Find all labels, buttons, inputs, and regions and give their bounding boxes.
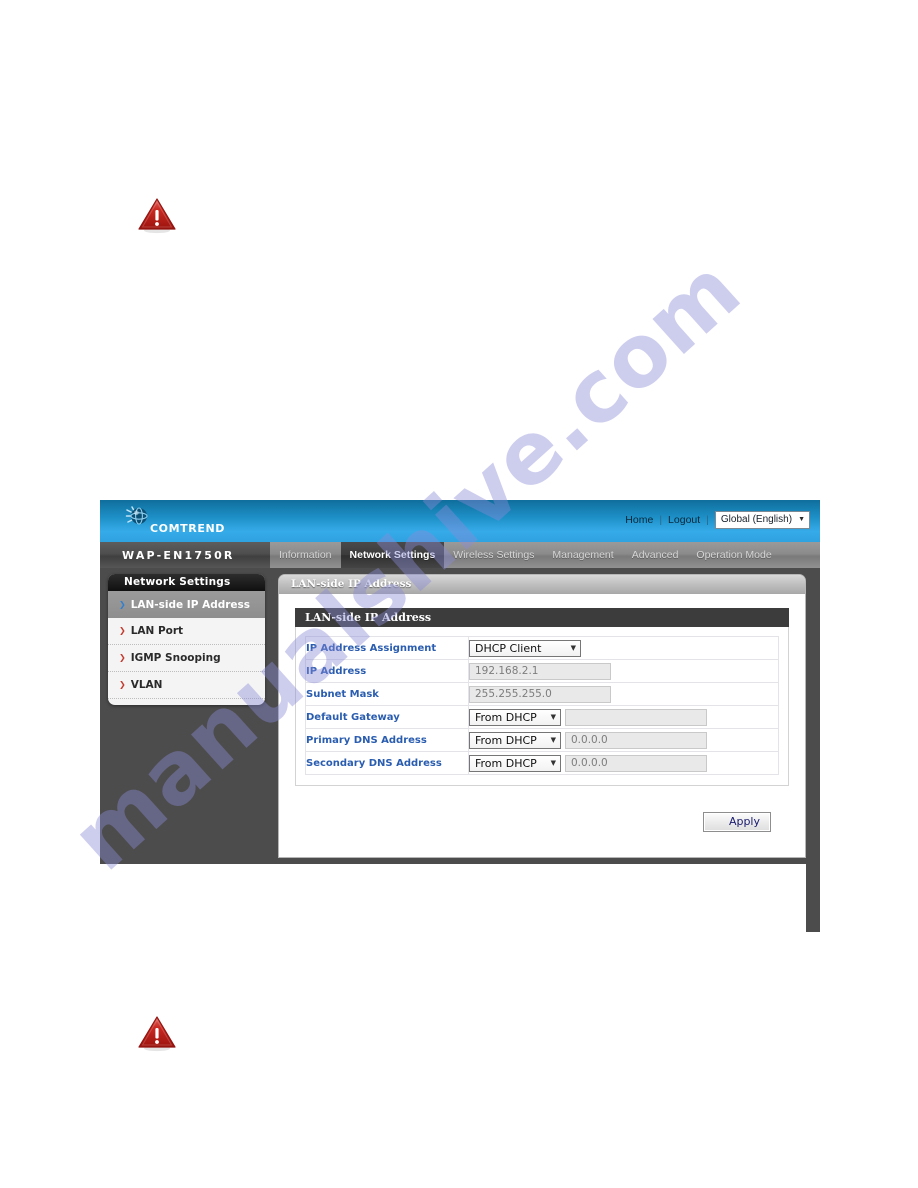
tab-management[interactable]: Management <box>543 542 622 568</box>
row-label-subnet-mask: Subnet Mask <box>305 682 469 706</box>
warning-triangle-icon <box>136 196 178 234</box>
tab-operation-mode[interactable]: Operation Mode <box>687 542 780 568</box>
ui-body: Network Settings ❯ LAN-side IP Address ❯… <box>100 568 820 932</box>
comtrend-logo: COMTREND <box>116 502 266 540</box>
apply-button[interactable]: Apply <box>703 812 771 832</box>
language-select-value: Global (English) <box>720 514 793 525</box>
sidebar-item-label: LAN-side IP Address <box>130 598 251 611</box>
chevron-right-icon: ❯ <box>119 653 126 662</box>
tab-advanced[interactable]: Advanced <box>623 542 688 568</box>
card-inner: LAN-side IP Address IP Address Assignmen… <box>279 594 805 832</box>
chevron-down-icon: ▼ <box>798 516 805 523</box>
content-card: LAN-side IP Address LAN-side IP Address … <box>278 574 806 858</box>
header-links: Home | Logout | Global (English) ▼ <box>625 511 810 529</box>
row-label-ip-address: IP Address <box>305 659 469 683</box>
chevron-right-icon: ❯ <box>119 680 126 689</box>
table-row: Primary DNS Address From DHCP ▼ 0.0.0.0 <box>305 728 779 752</box>
logout-link[interactable]: Logout <box>668 514 700 526</box>
main-navigation: WAP-EN1750R Information Network Settings… <box>100 542 820 568</box>
row-label-ip-address-assignment: IP Address Assignment <box>305 636 469 660</box>
comtrend-logo-text: COMTREND <box>150 522 225 535</box>
row-control-subnet-mask: 255.255.255.0 <box>468 682 779 706</box>
table-row: Subnet Mask 255.255.255.0 <box>305 682 779 706</box>
sidebar-item-lan-side-ip-address[interactable]: ❯ LAN-side IP Address <box>108 591 265 618</box>
row-control-secondary-dns-address: From DHCP ▼ 0.0.0.0 <box>468 751 779 775</box>
primary-dns-select[interactable]: From DHCP ▼ <box>469 731 561 749</box>
row-label-primary-dns-address: Primary DNS Address <box>305 728 469 752</box>
chevron-down-icon: ▼ <box>550 736 556 744</box>
tab-network-settings[interactable]: Network Settings <box>340 542 445 568</box>
home-link[interactable]: Home <box>625 514 653 526</box>
ip-assignment-select[interactable]: DHCP Client ▼ <box>469 639 581 657</box>
card-title: LAN-side IP Address <box>279 575 805 594</box>
default-gateway-input[interactable] <box>565 708 707 726</box>
link-separator-2: | <box>706 514 709 526</box>
row-control-primary-dns-address: From DHCP ▼ 0.0.0.0 <box>468 728 779 752</box>
device-model-label: WAP-EN1750R <box>100 542 270 568</box>
link-separator-1: | <box>659 514 663 526</box>
row-control-ip-address: 192.168.2.1 <box>468 659 779 683</box>
chevron-down-icon: ▼ <box>550 713 556 721</box>
brand-header-bar: COMTREND Home | Logout | Global (English… <box>100 500 820 542</box>
chevron-down-icon: ▼ <box>570 644 576 652</box>
row-control-ip-address-assignment: DHCP Client ▼ <box>468 636 779 660</box>
sidebar-item-label: VLAN <box>130 679 163 691</box>
sidebar-item-vlan[interactable]: ❯ VLAN <box>108 672 265 699</box>
main-column: LAN-side IP Address LAN-side IP Address … <box>278 568 820 864</box>
sidebar-column: Network Settings ❯ LAN-side IP Address ❯… <box>100 568 278 864</box>
apply-area: Apply <box>295 786 789 832</box>
sidebar-title: Network Settings <box>108 574 265 591</box>
tab-wireless-settings[interactable]: Wireless Settings <box>444 542 543 568</box>
chevron-right-icon: ❯ <box>119 626 126 635</box>
row-control-default-gateway: From DHCP ▼ <box>468 705 779 729</box>
table-row: Default Gateway From DHCP ▼ <box>305 705 779 729</box>
subnet-mask-input[interactable]: 255.255.255.0 <box>469 685 611 703</box>
sidebar-item-igmp-snooping[interactable]: ❯ IGMP Snooping <box>108 645 265 672</box>
primary-dns-select-value: From DHCP <box>475 733 537 747</box>
settings-form: IP Address Assignment DHCP Client ▼ IP A… <box>295 627 789 786</box>
language-select[interactable]: Global (English) ▼ <box>714 511 810 529</box>
chevron-right-icon: ❯ <box>119 599 126 609</box>
sidebar-item-label: LAN Port <box>130 625 184 637</box>
secondary-dns-input[interactable]: 0.0.0.0 <box>565 754 707 772</box>
primary-dns-input[interactable]: 0.0.0.0 <box>565 731 707 749</box>
row-label-secondary-dns-address: Secondary DNS Address <box>305 751 469 775</box>
chevron-down-icon: ▼ <box>550 759 556 767</box>
secondary-dns-select-value: From DHCP <box>475 756 537 770</box>
sidebar-item-lan-port[interactable]: ❯ LAN Port <box>108 618 265 645</box>
secondary-dns-select[interactable]: From DHCP ▼ <box>469 754 561 772</box>
ip-assignment-select-value: DHCP Client <box>475 641 542 655</box>
table-row: Secondary DNS Address From DHCP ▼ 0.0.0.… <box>305 751 779 775</box>
comtrend-globe-icon <box>124 504 150 530</box>
warning-triangle-icon <box>136 1014 178 1052</box>
sidebar-item-label: IGMP Snooping <box>130 652 221 664</box>
default-gateway-select[interactable]: From DHCP ▼ <box>469 708 561 726</box>
section-title: LAN-side IP Address <box>295 608 789 627</box>
row-label-default-gateway: Default Gateway <box>305 705 469 729</box>
settings-table: IP Address Assignment DHCP Client ▼ IP A… <box>305 636 779 775</box>
ip-address-input[interactable]: 192.168.2.1 <box>469 662 611 680</box>
table-row: IP Address Assignment DHCP Client ▼ <box>305 636 779 660</box>
tab-information[interactable]: Information <box>270 542 341 568</box>
router-admin-ui: COMTREND Home | Logout | Global (English… <box>100 500 820 932</box>
right-gutter <box>806 636 820 932</box>
sidebar-panel: Network Settings ❯ LAN-side IP Address ❯… <box>108 574 265 705</box>
table-row: IP Address 192.168.2.1 <box>305 659 779 683</box>
default-gateway-select-value: From DHCP <box>475 710 537 724</box>
